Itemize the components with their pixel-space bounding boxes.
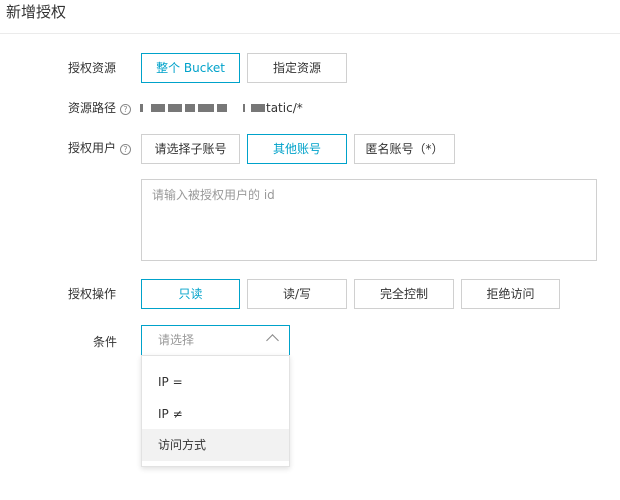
- redacted-path-block: [168, 104, 182, 112]
- dropdown-option-ip-not-equal[interactable]: IP ≠: [142, 398, 289, 430]
- redacted-path-block: [217, 104, 227, 112]
- dropdown-option-ip-equal[interactable]: IP =: [142, 366, 289, 398]
- redacted-path-block: [243, 104, 245, 112]
- page-title: 新增授权: [6, 3, 67, 21]
- redacted-path-block: [198, 104, 214, 112]
- redacted-path-block: [140, 104, 143, 112]
- whole-bucket-button[interactable]: 整个 Bucket: [141, 53, 240, 83]
- read-only-button[interactable]: 只读: [141, 279, 240, 309]
- help-icon[interactable]: ?: [120, 144, 132, 155]
- read-write-button[interactable]: 读/写: [247, 279, 347, 309]
- path-suffix: tatic/*: [266, 101, 303, 115]
- header-divider: [0, 33, 620, 34]
- specified-resource-button[interactable]: 指定资源: [247, 53, 347, 83]
- redacted-path-block: [185, 104, 195, 112]
- condition-select[interactable]: 请选择: [141, 325, 290, 356]
- condition-placeholder: 请选择: [158, 333, 195, 347]
- redacted-path-block: [151, 104, 165, 112]
- user-label-wrap: 授权用户?: [68, 140, 132, 156]
- anonymous-account-button[interactable]: 匿名账号（*）: [354, 134, 455, 164]
- action-label: 授权操作: [68, 287, 117, 301]
- resource-path-value: tatic/*: [140, 100, 303, 116]
- full-control-button[interactable]: 完全控制: [354, 279, 454, 309]
- redacted-path-block: [251, 104, 265, 112]
- path-label: 资源路径: [68, 101, 117, 115]
- user-id-textarea[interactable]: 请输入被授权用户的 id: [141, 179, 597, 261]
- select-subaccount-button[interactable]: 请选择子账号: [141, 134, 240, 164]
- resource-label: 授权资源: [68, 61, 117, 75]
- deny-access-button[interactable]: 拒绝访问: [461, 279, 560, 309]
- dropdown-option-access-method[interactable]: 访问方式: [142, 429, 289, 461]
- other-account-button[interactable]: 其他账号: [247, 134, 347, 164]
- path-label-wrap: 资源路径?: [68, 100, 132, 116]
- condition-label: 条件: [93, 335, 118, 349]
- user-label: 授权用户: [68, 141, 117, 155]
- condition-dropdown: IP = IP ≠ 访问方式: [141, 355, 290, 467]
- help-icon[interactable]: ?: [120, 104, 132, 115]
- chevron-up-icon: [266, 334, 279, 347]
- user-id-placeholder: 请输入被授权用户的 id: [152, 188, 275, 202]
